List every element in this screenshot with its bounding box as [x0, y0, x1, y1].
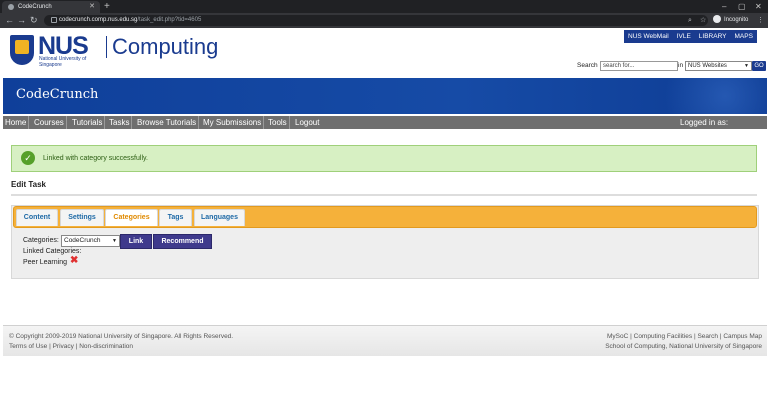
forward-icon[interactable]: → [17, 13, 26, 28]
browser-tabstrip: CodeCrunch ✕ + – ▢ ✕ [0, 0, 768, 13]
new-tab-icon[interactable]: + [104, 0, 110, 13]
back-icon[interactable]: ← [5, 13, 14, 28]
search-go-button[interactable]: GO [752, 61, 766, 71]
footer-legal-links[interactable]: Terms of Use | Privacy | Non-discriminat… [9, 343, 133, 350]
page-footer: © Copyright 2009-2019 National Universit… [3, 325, 767, 356]
search-label: Search [577, 62, 598, 69]
incognito-indicator[interactable]: Incognito [713, 15, 748, 26]
nav-tasks[interactable]: Tasks [107, 116, 133, 129]
close-tab-icon[interactable]: ✕ [89, 1, 95, 13]
search-in-label: in [678, 62, 684, 69]
linked-category-item: Peer Learning [23, 259, 67, 266]
linked-categories-label: Linked Categories: [23, 248, 82, 255]
success-message-text: Linked with category successfully. [43, 155, 148, 162]
nav-browse-tutorials[interactable]: Browse Tutorials [135, 116, 200, 129]
banner-decoration [627, 78, 767, 114]
footer-copyright: © Copyright 2009-2019 National Universit… [9, 333, 234, 340]
link-webmail[interactable]: NUS WebMail [624, 33, 673, 40]
main-nav: Home Courses Tutorials Tasks Browse Tuto… [3, 116, 767, 129]
menu-kebab-icon[interactable]: ⋮ [757, 15, 764, 26]
bookmark-star-icon[interactable]: ☆ [700, 15, 706, 26]
browser-tab-title: CodeCrunch [18, 4, 52, 10]
top-links-bar: NUS WebMail IVLE LIBRARY MAPS [624, 30, 757, 43]
banner-title: CodeCrunch [16, 87, 99, 102]
nus-crest-icon [10, 35, 34, 65]
url-text: codecrunch.comp.nus.edu.sg/task_edit.php… [59, 17, 202, 23]
link-library[interactable]: LIBRARY [695, 33, 731, 40]
browser-toolbar: ← → ↻ codecrunch.comp.nus.edu.sg/task_ed… [0, 13, 768, 28]
success-message: ✓ Linked with category successfully. [11, 145, 757, 172]
footer-school: School of Computing, National University… [605, 343, 762, 350]
maximize-icon[interactable]: ▢ [738, 0, 746, 13]
lock-icon [51, 17, 57, 23]
tab-categories[interactable]: Categories [105, 209, 158, 226]
codecrunch-banner: CodeCrunch [3, 78, 767, 114]
site-search: Search search for... in NUS Websites ▼ [577, 61, 752, 71]
categories-label: Categories: [23, 237, 59, 244]
close-window-icon[interactable]: ✕ [755, 0, 762, 13]
search-scope-select[interactable]: NUS Websites ▼ [685, 61, 752, 71]
logo-subtitle: National University of Singapore [39, 56, 87, 68]
logo-dept-text: Computing [112, 34, 219, 59]
link-ivle[interactable]: IVLE [673, 33, 695, 40]
link-button[interactable]: Link [120, 234, 152, 249]
page-title: Edit Task [11, 180, 46, 189]
nav-logout[interactable]: Logout [293, 116, 321, 129]
browser-tab[interactable]: CodeCrunch ✕ [2, 1, 100, 13]
search-input[interactable]: search for... [600, 61, 678, 71]
recommend-button[interactable]: Recommend [153, 234, 212, 249]
logged-in-label: Logged in as: [680, 118, 729, 127]
chevron-down-icon: ▼ [112, 238, 117, 244]
tab-settings[interactable]: Settings [60, 209, 104, 226]
logo-divider [106, 36, 107, 58]
minimize-icon[interactable]: – [722, 0, 726, 13]
nav-tools[interactable]: Tools [266, 116, 290, 129]
checkmark-icon: ✓ [21, 151, 35, 165]
address-bar[interactable]: codecrunch.comp.nus.edu.sg/task_edit.php… [44, 15, 708, 26]
footer-site-links[interactable]: MySoC | Computing Facilities | Search | … [607, 333, 762, 340]
favicon-icon [8, 4, 14, 10]
remove-category-icon[interactable]: ✖ [70, 256, 79, 266]
tab-languages[interactable]: Languages [194, 209, 245, 226]
title-divider [11, 194, 757, 196]
tab-tags[interactable]: Tags [159, 209, 192, 226]
nav-my-submissions[interactable]: My Submissions [201, 116, 265, 129]
link-maps[interactable]: MAPS [731, 33, 757, 40]
chevron-down-icon: ▼ [744, 63, 749, 69]
nav-tutorials[interactable]: Tutorials [70, 116, 106, 129]
reload-icon[interactable]: ↻ [30, 13, 38, 28]
zoom-icon[interactable]: ⌕ [688, 15, 692, 26]
category-select[interactable]: CodeCrunch ▼ [61, 235, 120, 247]
nav-courses[interactable]: Courses [32, 116, 67, 129]
incognito-icon [713, 15, 721, 24]
tab-content[interactable]: Content [16, 209, 58, 226]
nav-home[interactable]: Home [3, 116, 30, 129]
